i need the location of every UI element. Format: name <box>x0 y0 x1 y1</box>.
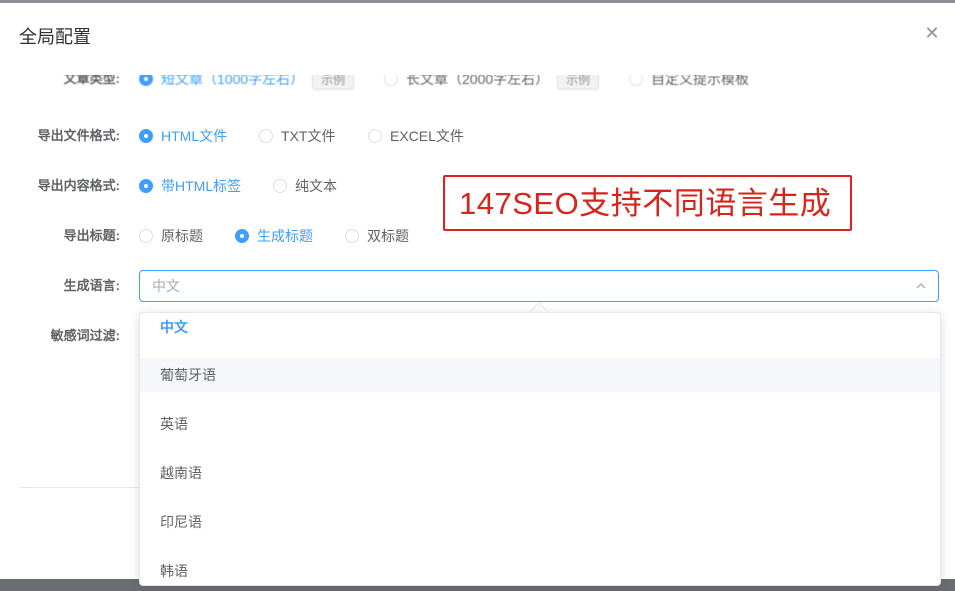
radio-label: EXCEL文件 <box>390 128 464 144</box>
radio-dot-icon <box>629 75 643 86</box>
article-type-label: 文章类型: <box>63 75 120 86</box>
radio-double-title[interactable]: 双标题 <box>345 224 409 248</box>
export-title-label: 导出标题: <box>63 228 120 243</box>
example-button[interactable]: 示例 <box>312 75 355 90</box>
radio-dot-icon <box>235 229 249 243</box>
radio-label: 双标题 <box>367 228 409 244</box>
radio-label: TXT文件 <box>281 128 336 144</box>
sensitive-filter-label: 敏感词过滤: <box>50 328 120 343</box>
radio-label: 带HTML标签 <box>161 178 242 194</box>
radio-label: HTML文件 <box>161 128 228 144</box>
radio-plain-text[interactable]: 纯文本 <box>273 174 337 198</box>
radio-dot-icon <box>139 179 153 193</box>
radio-dot-icon <box>345 229 359 243</box>
radio-custom-template[interactable]: 自定义提示模板 <box>629 75 749 91</box>
export-format-row: 导出文件格式: HTML文件 TXT文件 EXCEL文件 <box>0 124 955 148</box>
chevron-up-icon <box>916 283 926 289</box>
radio-short-article[interactable]: 短文章（1000字左右） 示例 <box>139 75 355 91</box>
annotation-text: 147SEO支持不同语言生成 <box>459 186 832 221</box>
language-label: 生成语言: <box>63 278 120 293</box>
export-format-label: 导出文件格式: <box>37 128 120 143</box>
language-option-vietnamese[interactable]: 越南语 <box>140 456 940 490</box>
language-option-portuguese[interactable]: 葡萄牙语 <box>140 358 940 392</box>
language-select-value: 中文 <box>152 278 180 294</box>
language-option-korean[interactable]: 韩语 <box>140 554 940 585</box>
radio-html-file[interactable]: HTML文件 <box>139 124 227 148</box>
radio-dot-icon <box>368 129 382 143</box>
radio-with-html-tags[interactable]: 带HTML标签 <box>139 174 241 198</box>
radio-long-article[interactable]: 长文章（2000字左右） 示例 <box>384 75 600 91</box>
close-icon[interactable]: ✕ <box>922 23 942 43</box>
radio-dot-icon <box>384 75 398 86</box>
radio-dot-icon <box>139 229 153 243</box>
radio-label: 纯文本 <box>295 178 337 194</box>
radio-original-title[interactable]: 原标题 <box>139 224 203 248</box>
language-select[interactable]: 中文 <box>139 270 939 302</box>
article-type-row: 文章类型: 短文章（1000字左右） 示例 长文章（2000字左右） 示例 自定… <box>0 75 955 99</box>
radio-dot-icon <box>139 75 153 86</box>
export-content-label: 导出内容格式: <box>37 178 120 193</box>
language-option-chinese[interactable]: 中文 <box>140 313 940 344</box>
radio-excel-file[interactable]: EXCEL文件 <box>368 124 464 148</box>
language-option-english[interactable]: 英语 <box>140 407 940 441</box>
radio-label: 原标题 <box>161 228 203 244</box>
radio-txt-file[interactable]: TXT文件 <box>259 124 335 148</box>
radio-label: 生成标题 <box>257 228 313 244</box>
radio-generated-title[interactable]: 生成标题 <box>235 224 313 248</box>
radio-label: 自定义提示模板 <box>651 75 749 87</box>
radio-dot-icon <box>139 129 153 143</box>
annotation-callout: 147SEO支持不同语言生成 <box>443 175 852 231</box>
radio-dot-icon <box>259 129 273 143</box>
radio-label: 长文章（2000字左右） <box>406 75 550 87</box>
language-dropdown: 中文 葡萄牙语 英语 越南语 印尼语 韩语 <box>139 312 941 586</box>
radio-label: 短文章（1000字左右） <box>161 75 305 87</box>
footer-divider <box>19 487 139 488</box>
radio-dot-icon <box>273 179 287 193</box>
language-option-indonesian[interactable]: 印尼语 <box>140 505 940 539</box>
dialog-title: 全局配置 <box>19 27 91 47</box>
example-button[interactable]: 示例 <box>557 75 600 90</box>
